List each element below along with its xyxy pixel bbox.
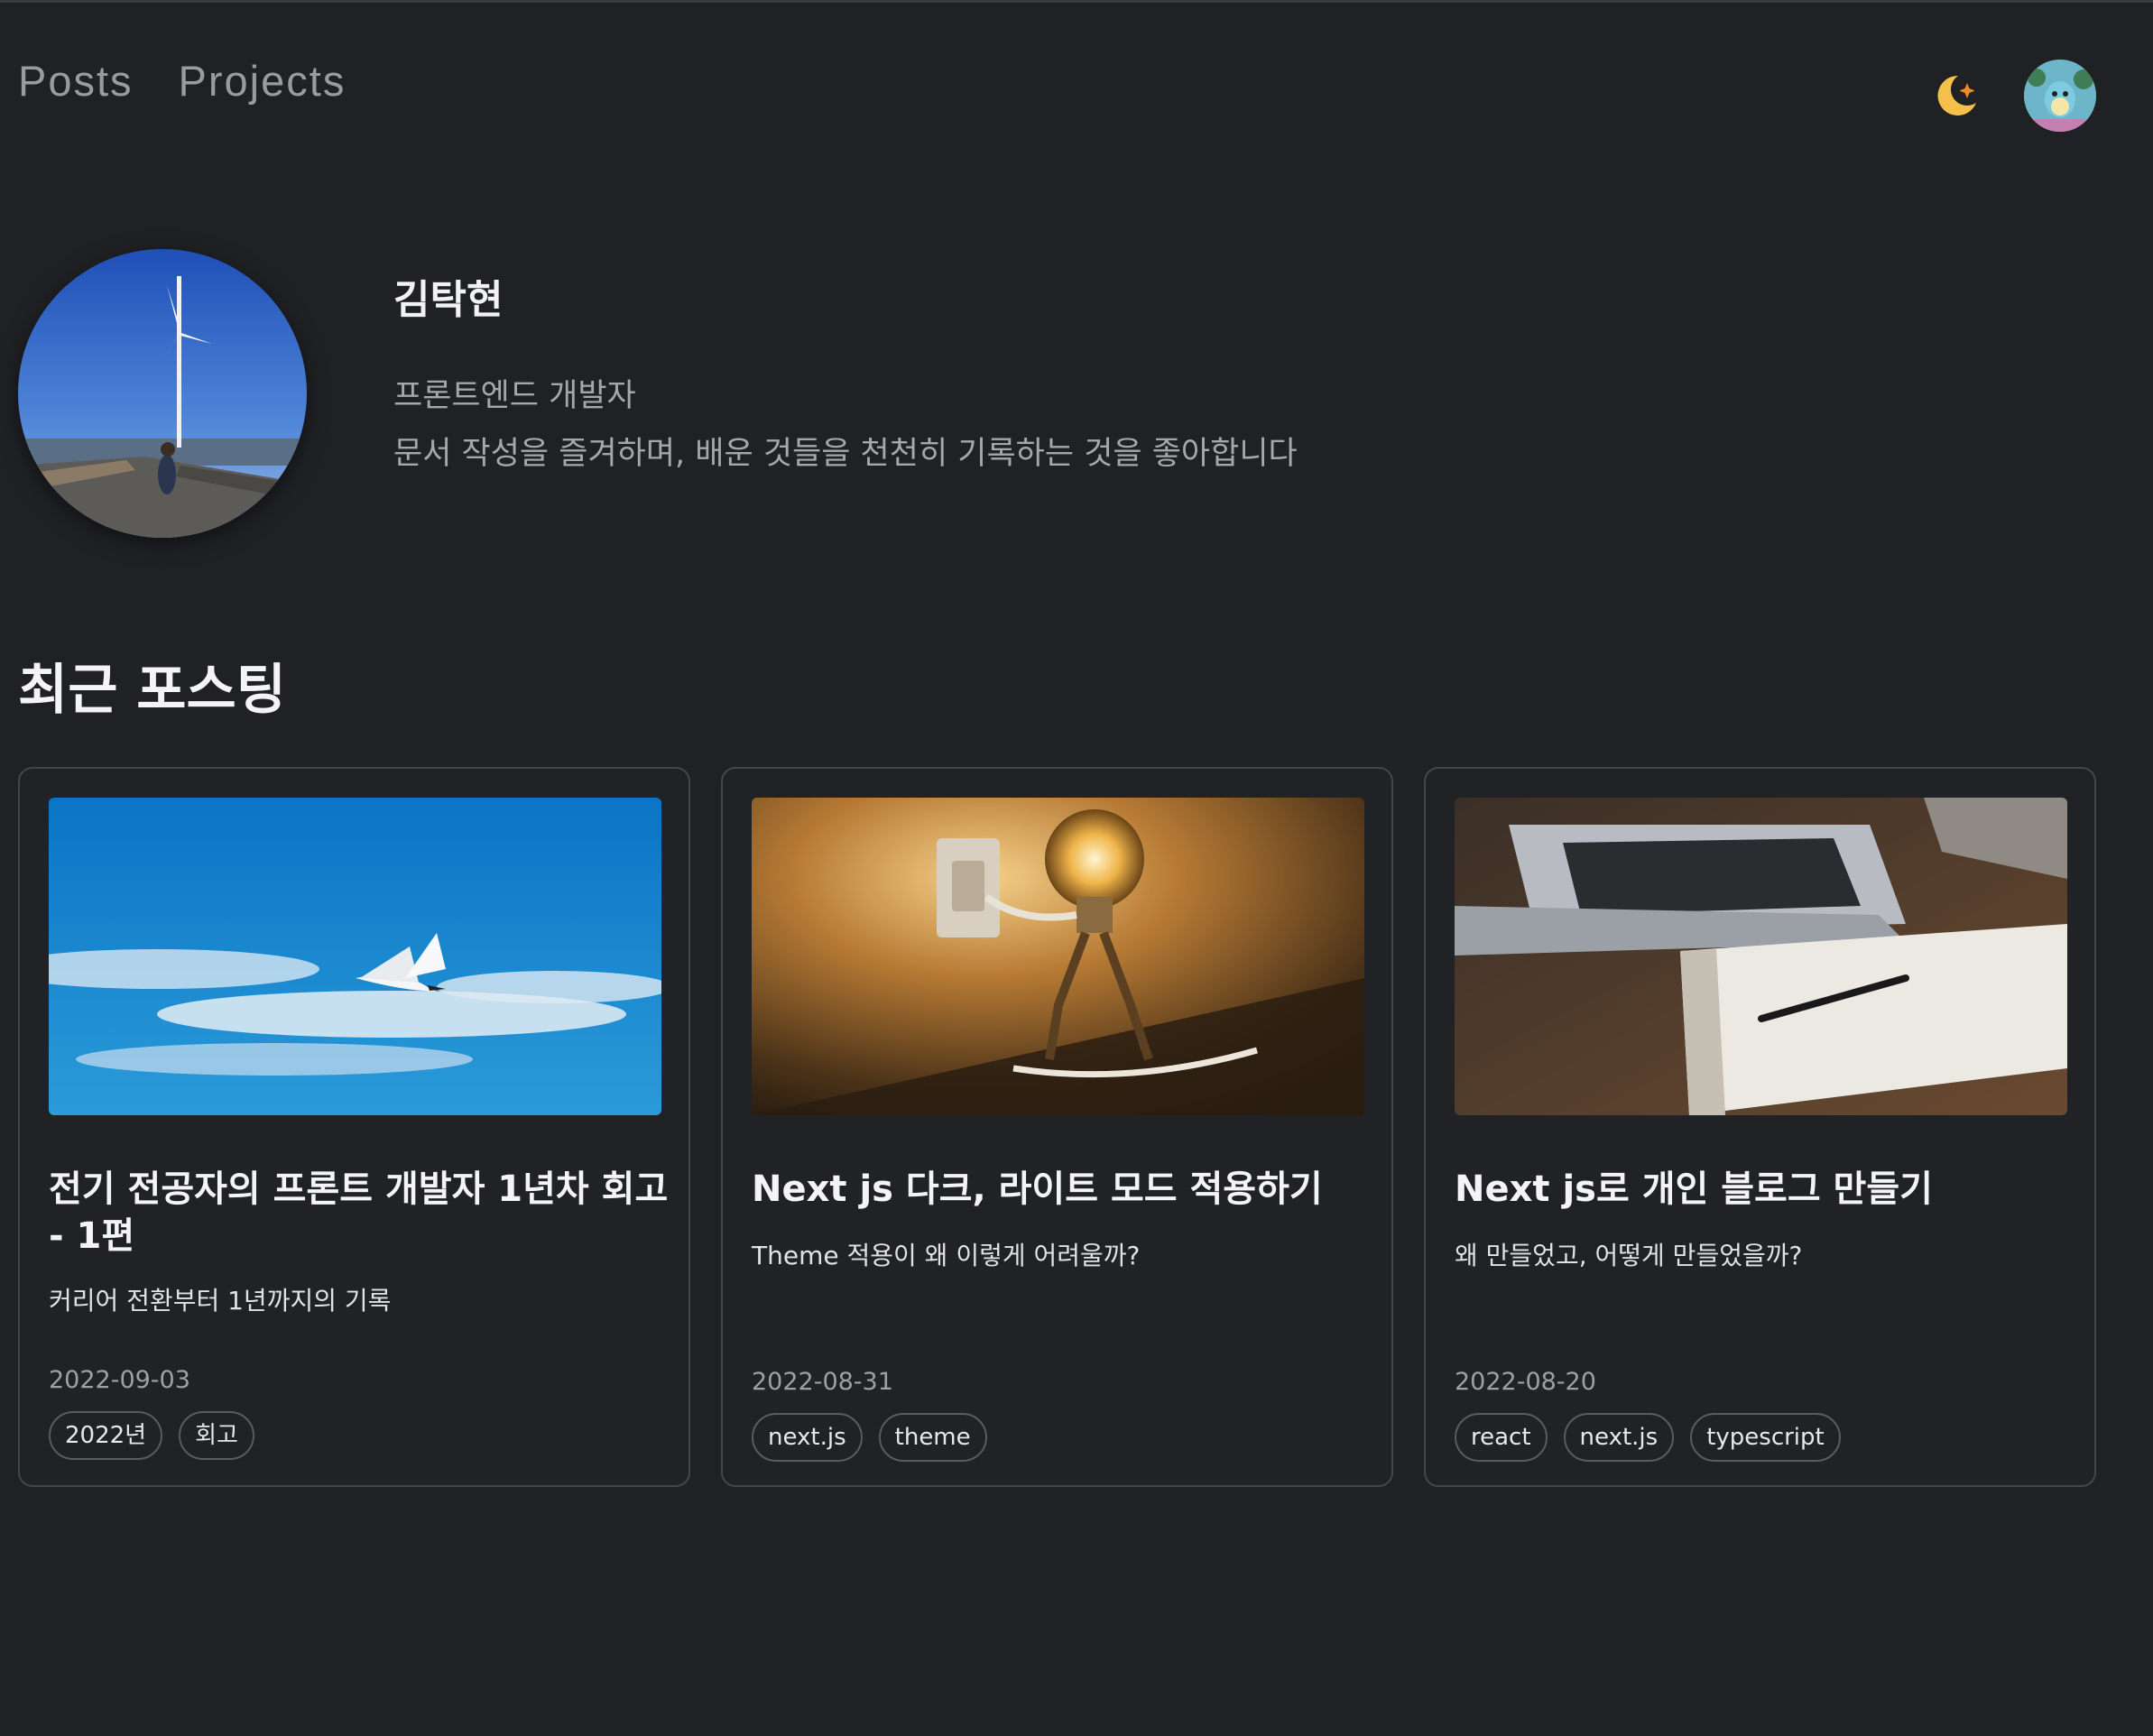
tag-chip[interactable]: react bbox=[1455, 1413, 1548, 1462]
profile-name: 김탁현 bbox=[393, 277, 504, 323]
profile-photo bbox=[18, 249, 307, 538]
post-tags: react next.js typescript bbox=[1455, 1413, 1841, 1462]
profile-role: 프론트엔드 개발자 bbox=[393, 378, 636, 414]
post-date: 2022-08-31 bbox=[752, 1368, 893, 1396]
post-description: 커리어 전환부터 1년까지의 기록 bbox=[49, 1286, 392, 1316]
nav-projects-link[interactable]: Projects bbox=[179, 56, 347, 106]
post-card[interactable]: Next js로 개인 블로그 만들기 왜 만들었고, 어떻게 만들었을까? 2… bbox=[1424, 767, 2096, 1487]
post-description: Theme 적용이 왜 이렇게 어려울까? bbox=[752, 1241, 1141, 1270]
post-card[interactable]: 전기 전공자의 프론트 개발자 1년차 회고 - 1편 커리어 전환부터 1년까… bbox=[18, 767, 690, 1487]
post-date: 2022-09-03 bbox=[49, 1366, 190, 1394]
top-border bbox=[0, 0, 2153, 3]
theme-toggle-button[interactable] bbox=[1931, 70, 1982, 121]
tag-chip[interactable]: next.js bbox=[1563, 1413, 1675, 1462]
moon-icon bbox=[1937, 75, 1976, 115]
post-thumbnail bbox=[752, 798, 1364, 1115]
post-thumbnail bbox=[1455, 798, 2067, 1115]
tag-chip[interactable]: 회고 bbox=[179, 1411, 254, 1460]
avatar[interactable] bbox=[2024, 60, 2096, 132]
tag-chip[interactable]: typescript bbox=[1690, 1413, 1841, 1462]
nav-posts-link[interactable]: Posts bbox=[18, 56, 134, 106]
post-tags: next.js theme bbox=[752, 1413, 987, 1462]
tag-chip[interactable]: next.js bbox=[752, 1413, 863, 1462]
post-thumbnail bbox=[49, 798, 661, 1115]
avatar-image bbox=[2024, 60, 2096, 132]
profile-description: 문서 작성을 즐겨하며, 배운 것들을 천천히 기록하는 것을 좋아합니다 bbox=[393, 436, 1298, 472]
post-title: 전기 전공자의 프론트 개발자 1년차 회고 - 1편 bbox=[49, 1168, 669, 1257]
post-title: Next js로 개인 블로그 만들기 bbox=[1455, 1168, 1933, 1210]
post-tags: 2022년 회고 bbox=[49, 1411, 254, 1460]
main-nav: Posts Projects bbox=[18, 56, 346, 106]
tag-chip[interactable]: 2022년 bbox=[49, 1411, 163, 1460]
post-title: Next js 다크, 라이트 모드 적용하기 bbox=[752, 1168, 1323, 1210]
post-card[interactable]: Next js 다크, 라이트 모드 적용하기 Theme 적용이 왜 이렇게 … bbox=[721, 767, 1393, 1487]
post-description: 왜 만들었고, 어떻게 만들었을까? bbox=[1455, 1241, 1803, 1270]
post-date: 2022-08-20 bbox=[1455, 1368, 1596, 1396]
recent-posts-heading: 최근 포스팅 bbox=[18, 659, 286, 722]
tag-chip[interactable]: theme bbox=[878, 1413, 987, 1462]
